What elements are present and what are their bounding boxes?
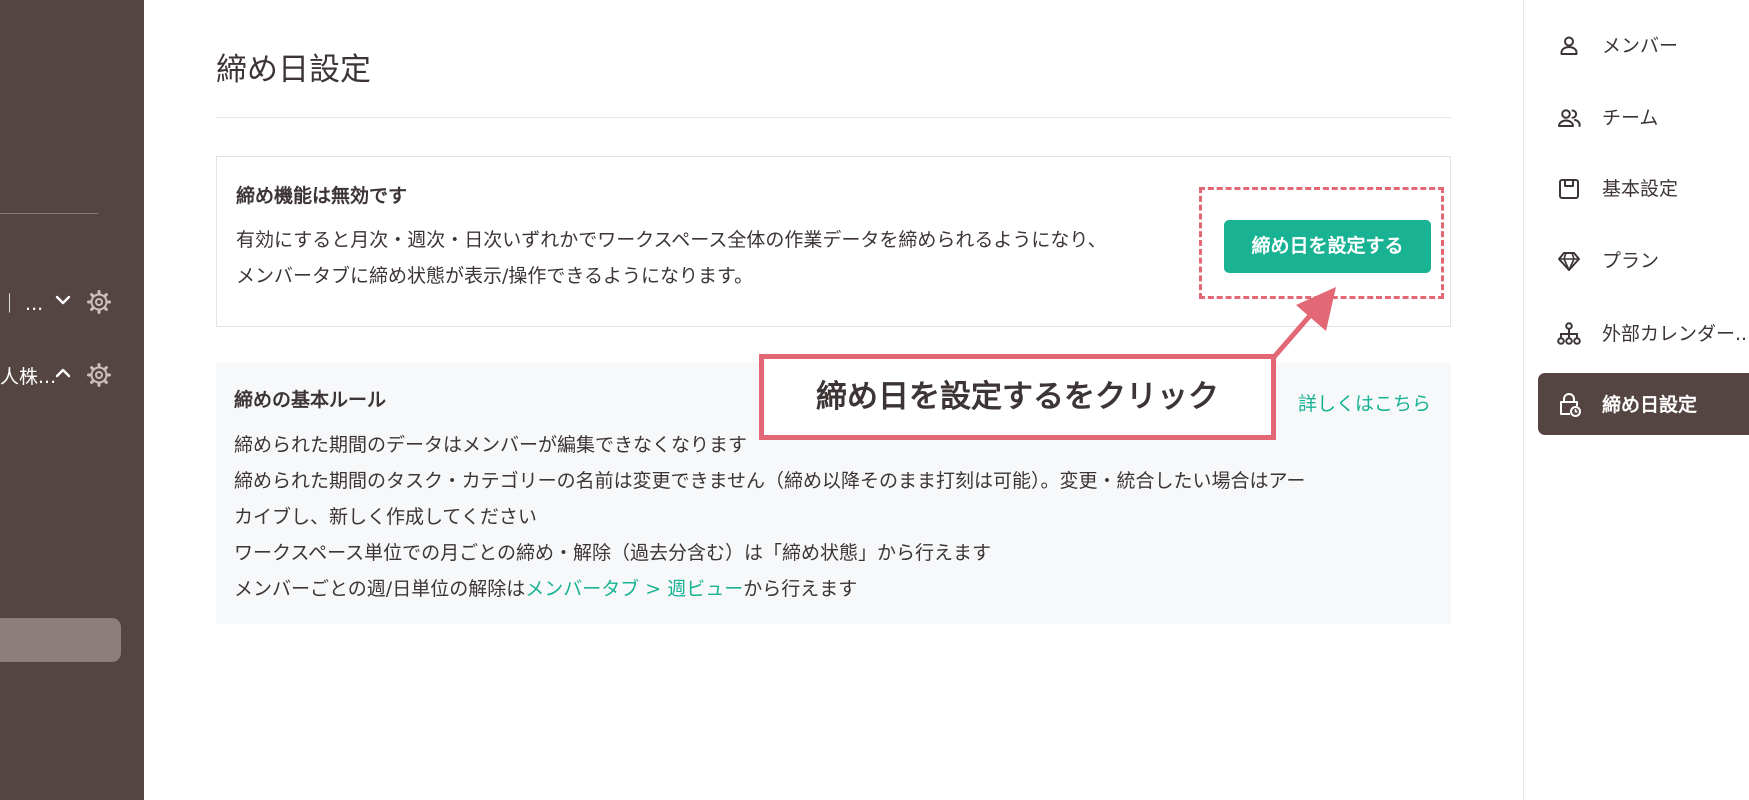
box-icon [1559, 179, 1579, 199]
left-sidebar: ｜ ... 人株... [0, 0, 144, 800]
page-title: 締め日設定 [216, 52, 371, 88]
diamond-icon [1558, 252, 1580, 271]
nav-item-label: 締め日設定 [1602, 394, 1698, 416]
annotation-callout: 締め日を設定するをクリック [759, 354, 1276, 440]
nav-item-label: チーム [1602, 107, 1659, 129]
gear-icon[interactable] [86, 289, 112, 315]
sidebar-item-label: ｜ ... [0, 293, 44, 315]
rules-heading: 締めの基本ルール [234, 389, 387, 411]
list-item: メンバーごとの週/日単位の解除はメンバータブ > 週ビューから行えます [234, 571, 1434, 607]
people-icon [1558, 109, 1581, 127]
title-divider [216, 117, 1451, 118]
card-description-line: 有効にすると月次・週次・日次いずれかでワークスペース全体の作業データを締められる… [236, 229, 1107, 251]
nav-item-label: プラン [1602, 250, 1660, 272]
sidebar-workspace-item-2[interactable]: 人株... [0, 360, 144, 390]
sidebar-divider [0, 213, 98, 214]
annotation-text: 締め日を設定するをクリック [816, 379, 1219, 415]
sidebar-workspace-item-1[interactable]: ｜ ... [0, 287, 144, 317]
list-item-text: メンバーごとの週/日単位の解除は [234, 578, 526, 600]
card-description-line: メンバータブに締め状態が表示/操作できるようになります。 [236, 265, 754, 287]
nav-item-plan[interactable]: プラン [1538, 229, 1749, 291]
nav-item-label: 外部カレンダー... [1602, 323, 1749, 345]
card-heading: 締め機能は無効です [236, 185, 408, 207]
card-description: 有効にすると月次・週次・日次いずれかでワークスペース全体の作業データを締められる… [236, 222, 1107, 294]
member-tab-week-view-link[interactable]: メンバータブ > 週ビュー [525, 578, 743, 600]
nav-item-members[interactable]: メンバー [1538, 14, 1749, 76]
annotation-arrow [1271, 287, 1336, 360]
gear-icon[interactable] [86, 362, 112, 388]
nav-item-label: メンバー [1602, 35, 1679, 57]
rules-list: 締められた期間のデータはメンバーが編集できなくなります 締められた期間のタスク・… [234, 427, 1434, 607]
nav-item-team[interactable]: チーム [1538, 86, 1749, 148]
list-item-line: 締められた期間のタスク・カテゴリーの名前は変更できません（締め以降そのまま打刻は… [234, 470, 1306, 492]
list-item: 締められた期間のタスク・カテゴリーの名前は変更できません（締め以降そのまま打刻は… [234, 463, 1434, 535]
list-item-text: から行えます [743, 578, 858, 600]
chevron-up-icon[interactable] [54, 364, 72, 382]
nav-item-basic-settings[interactable]: 基本設定 [1538, 157, 1749, 219]
person-icon [1560, 36, 1578, 55]
set-closing-date-button[interactable]: 締め日を設定する [1224, 220, 1431, 273]
details-link[interactable]: 詳しくはこちら [1298, 389, 1431, 416]
list-item: ワークスペース単位での月ごとの締め・解除（過去分含む）は「締め状態」から行えます [234, 542, 991, 564]
closing-status-card: 締め機能は無効です 有効にすると月次・週次・日次いずれかでワークスペース全体の作… [216, 156, 1451, 327]
nav-item-label: 基本設定 [1602, 178, 1679, 200]
right-nav-divider [1523, 0, 1524, 800]
sidebar-selected-item[interactable] [0, 618, 121, 662]
hierarchy-icon [1557, 322, 1581, 345]
lock-clock-icon [1560, 393, 1581, 417]
nav-item-closing-date-settings[interactable]: 締め日設定 [1538, 373, 1749, 435]
sidebar-item-label: 人株... [0, 366, 57, 388]
chevron-down-icon[interactable] [54, 291, 72, 309]
list-item-line: カイブし、新しく作成してください [234, 506, 537, 528]
nav-item-external-calendar[interactable]: 外部カレンダー... [1538, 302, 1749, 364]
